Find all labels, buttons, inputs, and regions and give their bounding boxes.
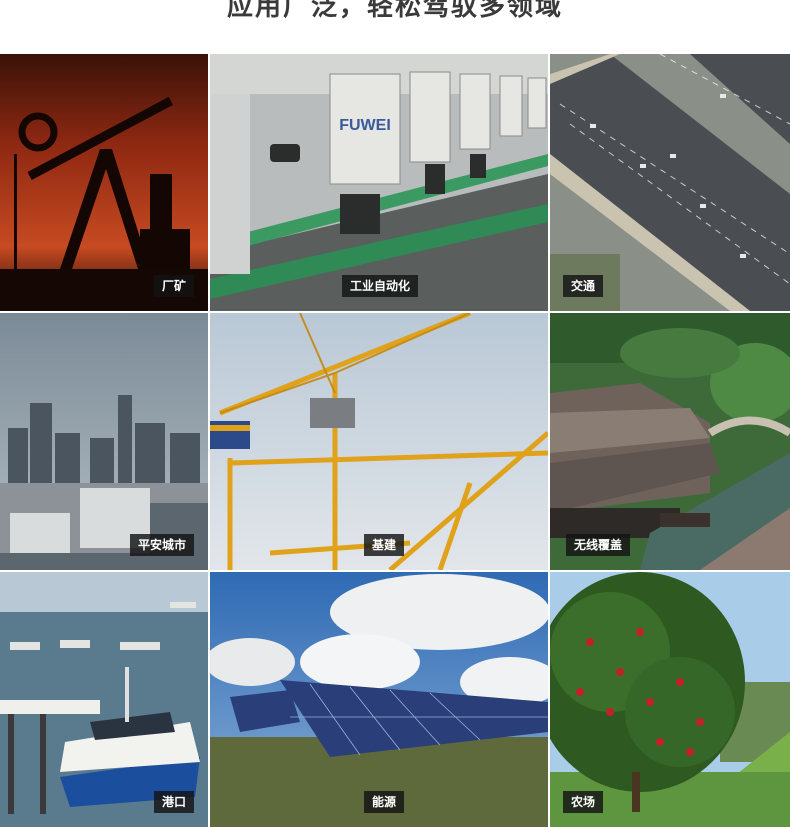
harbor-ferry-image xyxy=(0,572,208,827)
tile-safe-city: 平安城市 xyxy=(0,313,208,570)
tile-label: 基建 xyxy=(363,534,404,556)
page-title: 应用广泛，轻松驾驭多领域 xyxy=(226,0,563,22)
tile-label: 无线覆盖 xyxy=(565,534,630,556)
tile-port: 港口 xyxy=(0,572,208,827)
tile-label: 厂矿 xyxy=(153,275,194,297)
solar-panels-image xyxy=(210,572,548,827)
tile-label: 农场 xyxy=(562,791,603,813)
machine-brand-text: FUWEI xyxy=(339,117,391,134)
tile-wireless-coverage: 无线覆盖 xyxy=(550,313,790,570)
tile-label: 交通 xyxy=(562,275,603,297)
city-skyline-image xyxy=(0,313,208,570)
tile-label: 工业自动化 xyxy=(341,275,418,297)
tile-label: 港口 xyxy=(153,791,194,813)
machine-line-image: FUWEI xyxy=(210,54,548,311)
apple-orchard-image xyxy=(550,572,790,827)
oil-pump-image xyxy=(0,54,208,311)
tile-energy: 能源 xyxy=(210,572,548,827)
header: 应用广泛，轻松驾驭多领域 xyxy=(0,0,790,54)
tile-farm: 农场 xyxy=(550,572,790,827)
tile-traffic: 交通 xyxy=(550,54,790,311)
tile-infrastructure: 基建 xyxy=(210,313,548,570)
tile-label: 能源 xyxy=(363,791,404,813)
construction-cranes-image xyxy=(210,313,548,570)
tile-label: 平安城市 xyxy=(129,534,194,556)
highway-image xyxy=(550,54,790,311)
tile-industrial-automation: FUWEI 工业自动化 xyxy=(210,54,548,311)
village-image xyxy=(550,313,790,570)
application-grid: 厂矿 FUWEI 工业自动化 交通 平安城市 基建 无线覆盖 港口 能源 农场 xyxy=(0,54,790,827)
tile-factory-mining: 厂矿 xyxy=(0,54,208,311)
